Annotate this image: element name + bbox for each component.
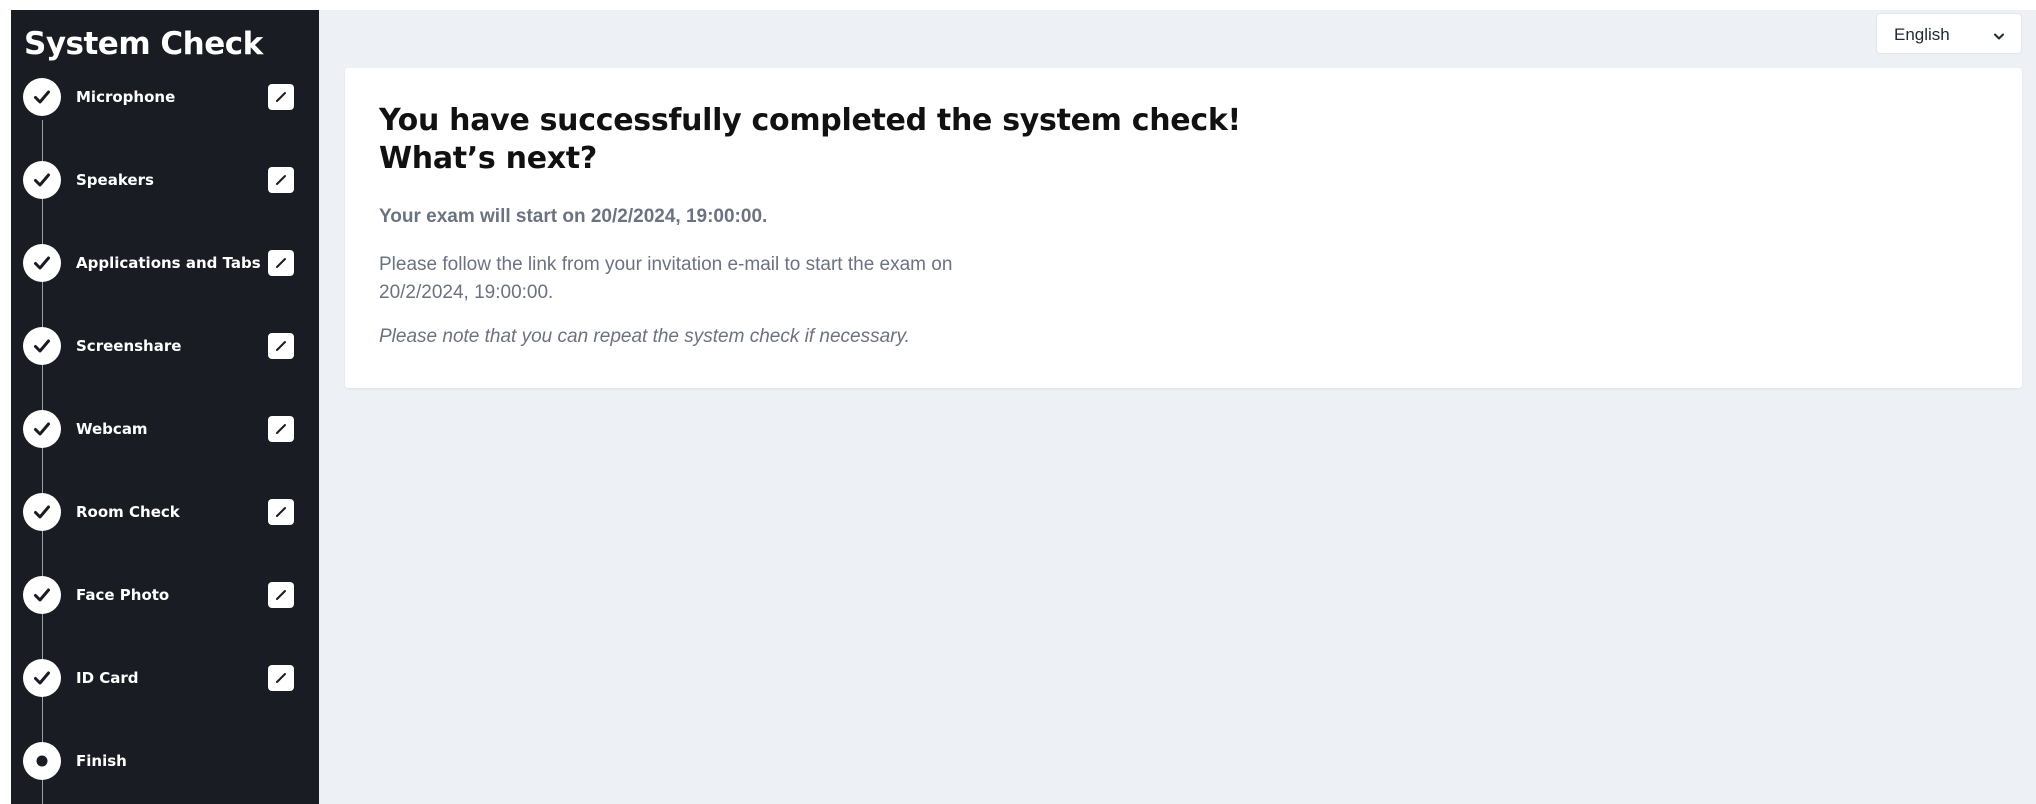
edit-pencil-icon[interactable] [268,333,294,359]
language-select-value: English [1894,25,1950,44]
edit-pencil-icon[interactable] [268,499,294,525]
check-icon [23,327,61,365]
language-select[interactable]: English [1876,13,2022,54]
current-dot-icon [23,742,61,780]
step-room-check: Room Check [11,493,319,533]
step-label: Webcam [76,420,148,438]
check-icon [23,78,61,116]
repeat-note: Please note that you can repeat the syst… [379,326,910,347]
check-icon [23,576,61,614]
edit-pencil-icon[interactable] [268,582,294,608]
step-webcam: Webcam [11,410,319,450]
check-icon [23,244,61,282]
check-icon [23,161,61,199]
step-label: Screenshare [76,337,182,355]
sidebar: System Check Microphone Speakers Applica… [11,10,319,804]
step-label: Applications and Tabs [76,254,261,272]
edit-pencil-icon[interactable] [268,665,294,691]
steps-list: Microphone Speakers Applications and Tab… [11,10,319,804]
step-face-photo: Face Photo [11,576,319,616]
step-screenshare: Screenshare [11,327,319,367]
title-line-2: What’s next? [379,141,597,176]
edit-pencil-icon[interactable] [268,416,294,442]
step-label: Speakers [76,171,154,189]
step-speakers: Speakers [11,161,319,201]
step-applications-and-tabs: Applications and Tabs [11,244,319,284]
chevron-down-icon [1993,29,2005,47]
app-frame: System Check Microphone Speakers Applica… [11,10,2036,804]
edit-pencil-icon[interactable] [268,250,294,276]
step-label: ID Card [76,669,139,687]
check-icon [23,659,61,697]
step-microphone: Microphone [11,78,319,118]
edit-pencil-icon[interactable] [268,167,294,193]
step-label: Room Check [76,503,180,521]
title-line-1: You have successfully completed the syst… [379,103,1241,138]
step-label: Microphone [76,88,176,106]
check-icon [23,493,61,531]
step-label: Finish [76,752,127,770]
instructions-text: Please follow the link from your invitat… [379,254,953,303]
step-label: Face Photo [76,586,170,604]
page-title: You have successfully completed the syst… [379,102,1241,178]
check-icon [23,410,61,448]
step-finish: Finish [11,742,319,782]
completion-card: You have successfully completed the syst… [345,68,2022,388]
edit-pencil-icon[interactable] [268,84,294,110]
exam-start-date: Your exam will start on 20/2/2024, 19:00… [379,206,768,227]
step-id-card: ID Card [11,659,319,699]
